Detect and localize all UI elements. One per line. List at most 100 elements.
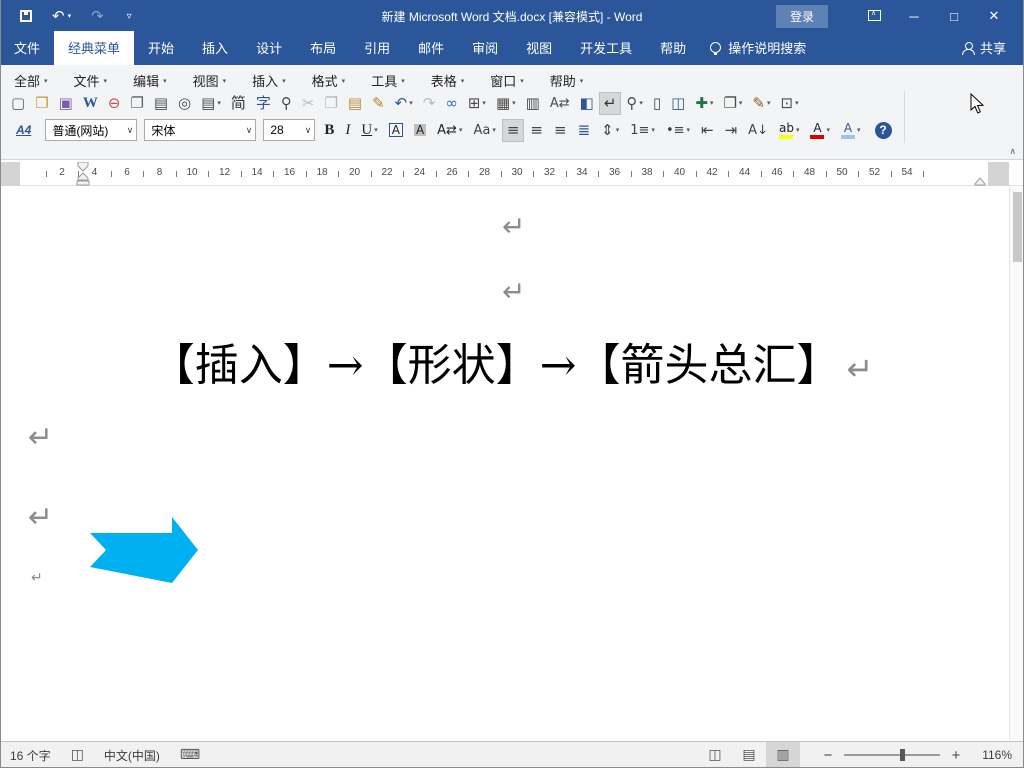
menu-格式[interactable]: 格式▾ [312, 71, 346, 90]
save-button[interactable]: ▣ [54, 92, 78, 115]
numbering-button[interactable]: 1≡▾ [625, 119, 660, 142]
print-layout-button[interactable]: ▤ [732, 742, 766, 768]
chevron-down-icon[interactable]: ▾ [857, 126, 861, 134]
bold-button[interactable]: B [319, 119, 339, 142]
close-button[interactable]: ✕ [974, 8, 1014, 24]
undo-button[interactable]: ↶▾ [52, 7, 71, 25]
paste-button[interactable]: ▤ [343, 92, 367, 115]
text-direction-button[interactable]: A⇄ [545, 92, 575, 115]
sign-in-button[interactable]: 登录 [776, 5, 828, 28]
chevron-down-icon[interactable]: ▾ [217, 99, 221, 107]
word-count[interactable]: 16 个字 [10, 747, 51, 764]
tab-file[interactable]: 文件 [0, 31, 54, 65]
font-color-button[interactable]: A▾ [805, 119, 835, 142]
character-shading-button[interactable]: A [409, 119, 431, 142]
tab-审阅[interactable]: 审阅 [458, 31, 512, 65]
share-button[interactable]: 共享 [944, 31, 1024, 65]
apply-font-style-button[interactable]: A▾ [836, 119, 866, 142]
chevron-down-icon[interactable]: ▾ [767, 99, 771, 107]
menu-全部[interactable]: 全部▾ [14, 71, 48, 90]
menu-文件[interactable]: 文件▾ [74, 71, 108, 90]
indent-marker-left[interactable] [74, 162, 92, 186]
maximize-button[interactable]: □ [934, 9, 974, 24]
styles-window-button[interactable]: A4 [6, 119, 41, 142]
chevron-down-icon[interactable]: ∨ [127, 125, 134, 136]
insert-field-button[interactable]: ⊡▾ [776, 92, 804, 115]
zoom-level[interactable]: 116% [972, 748, 1012, 762]
tab-视图[interactable]: 视图 [512, 31, 566, 65]
customize-qat-button[interactable]: ▿ [124, 11, 132, 22]
chevron-down-icon[interactable]: ▾ [374, 126, 378, 134]
word-export-button[interactable]: W [78, 92, 103, 115]
format-painter-button[interactable]: ✎ [367, 92, 390, 115]
menu-表格[interactable]: 表格▾ [431, 71, 465, 90]
chevron-down-icon[interactable]: ▾ [796, 126, 800, 134]
chevron-down-icon[interactable]: ▾ [512, 99, 516, 107]
tab-布局[interactable]: 布局 [296, 31, 350, 65]
decrease-indent-button[interactable]: ⇤ [696, 119, 719, 142]
zoom-button[interactable]: ⚲▾ [621, 92, 648, 115]
font-combo[interactable]: 宋体∨ [144, 119, 256, 141]
highlight-color-button[interactable]: ab▾ [774, 119, 805, 142]
save-button[interactable] [20, 10, 32, 22]
full-screen-view-button[interactable]: ▯ [648, 92, 666, 115]
chevron-down-icon[interactable]: ▾ [482, 99, 486, 107]
document-canvas[interactable]: ↵ ↵ 【插入】→【形状】→【箭头总汇】↵ ↵ ↵ ↵ [0, 187, 1024, 740]
navigation-pane-button[interactable]: ◧ [575, 92, 599, 115]
italic-button[interactable]: I [340, 119, 355, 142]
chevron-down-icon[interactable]: ▾ [795, 99, 799, 107]
language-indicator[interactable]: 中文(中国) [104, 747, 160, 764]
undo-dropdown-icon[interactable]: ▾ [68, 12, 72, 20]
chevron-down-icon[interactable]: ▾ [459, 126, 463, 134]
line-spacing-button[interactable]: ⇕▾ [596, 119, 624, 142]
print-preview-button[interactable]: ◎ [173, 92, 196, 115]
chevron-down-icon[interactable]: ∨ [246, 125, 253, 136]
copy-page-button[interactable]: ❐ [125, 92, 148, 115]
tab-帮助[interactable]: 帮助 [646, 31, 700, 65]
character-border-button[interactable]: A [384, 119, 408, 142]
notched-right-arrow-shape[interactable] [90, 517, 198, 583]
chevron-down-icon[interactable]: ▾ [616, 126, 620, 134]
zoom-slider-thumb[interactable] [900, 749, 905, 761]
track-changes-button[interactable]: ✎▾ [747, 92, 775, 115]
chevron-down-icon[interactable]: ▾ [687, 126, 691, 134]
chevron-down-icon[interactable]: ▾ [409, 99, 413, 107]
align-right-button[interactable]: ≡ [549, 119, 572, 142]
change-case-button[interactable]: Aa▾ [468, 119, 500, 142]
columns-button[interactable]: ▥ [521, 92, 545, 115]
tab-引用[interactable]: 引用 [350, 31, 404, 65]
tab-开始[interactable]: 开始 [134, 31, 188, 65]
indent-marker-right[interactable] [972, 174, 990, 186]
style-combo[interactable]: 普通(网站)∨ [45, 119, 137, 141]
increase-indent-button[interactable]: ⇥ [720, 119, 743, 142]
zoom-in-button[interactable]: + [950, 747, 962, 764]
formatting-marks-button[interactable]: ↵ [599, 92, 622, 115]
chevron-down-icon[interactable]: ▾ [739, 99, 743, 107]
zoom-slider[interactable] [844, 754, 940, 756]
quick-print-button[interactable]: ▤ [149, 92, 173, 115]
ime-mode-icon[interactable]: ⌨ [180, 747, 200, 763]
align-center-button[interactable]: ≡ [525, 119, 548, 142]
redo-button[interactable]: ↷ [91, 7, 104, 25]
new-document-button[interactable]: ▢ [6, 92, 30, 115]
distribute-text-button[interactable]: ≣ [573, 119, 596, 142]
help-button[interactable]: ? [867, 119, 897, 142]
tell-me-search[interactable]: 操作说明搜索 [700, 31, 816, 65]
insert-table-button[interactable]: ▦▾ [491, 92, 521, 115]
underline-button[interactable]: U▾ [356, 119, 382, 142]
collapse-ribbon-icon[interactable]: ∧ [1009, 146, 1016, 157]
menu-编辑[interactable]: 编辑▾ [133, 71, 167, 90]
vertical-scrollbar[interactable] [1009, 187, 1024, 740]
chevron-down-icon[interactable]: ▾ [826, 126, 830, 134]
tab-设计[interactable]: 设计 [242, 31, 296, 65]
character-scale-button[interactable]: A⇄▾ [432, 119, 467, 142]
tab-经典菜单[interactable]: 经典菜单 [54, 31, 134, 65]
spell-check-button[interactable]: 字 [251, 92, 276, 115]
chinese-convert-button[interactable]: 简 [226, 92, 251, 115]
print-options-button[interactable]: ▤▾ [196, 92, 226, 115]
new-comment-button[interactable]: ✚▾ [690, 92, 718, 115]
font-size-combo[interactable]: 28∨ [263, 119, 315, 141]
menu-工具[interactable]: 工具▾ [371, 71, 405, 90]
chevron-down-icon[interactable]: ▾ [651, 126, 655, 134]
arrange-windows-button[interactable]: ❐▾ [718, 92, 747, 115]
